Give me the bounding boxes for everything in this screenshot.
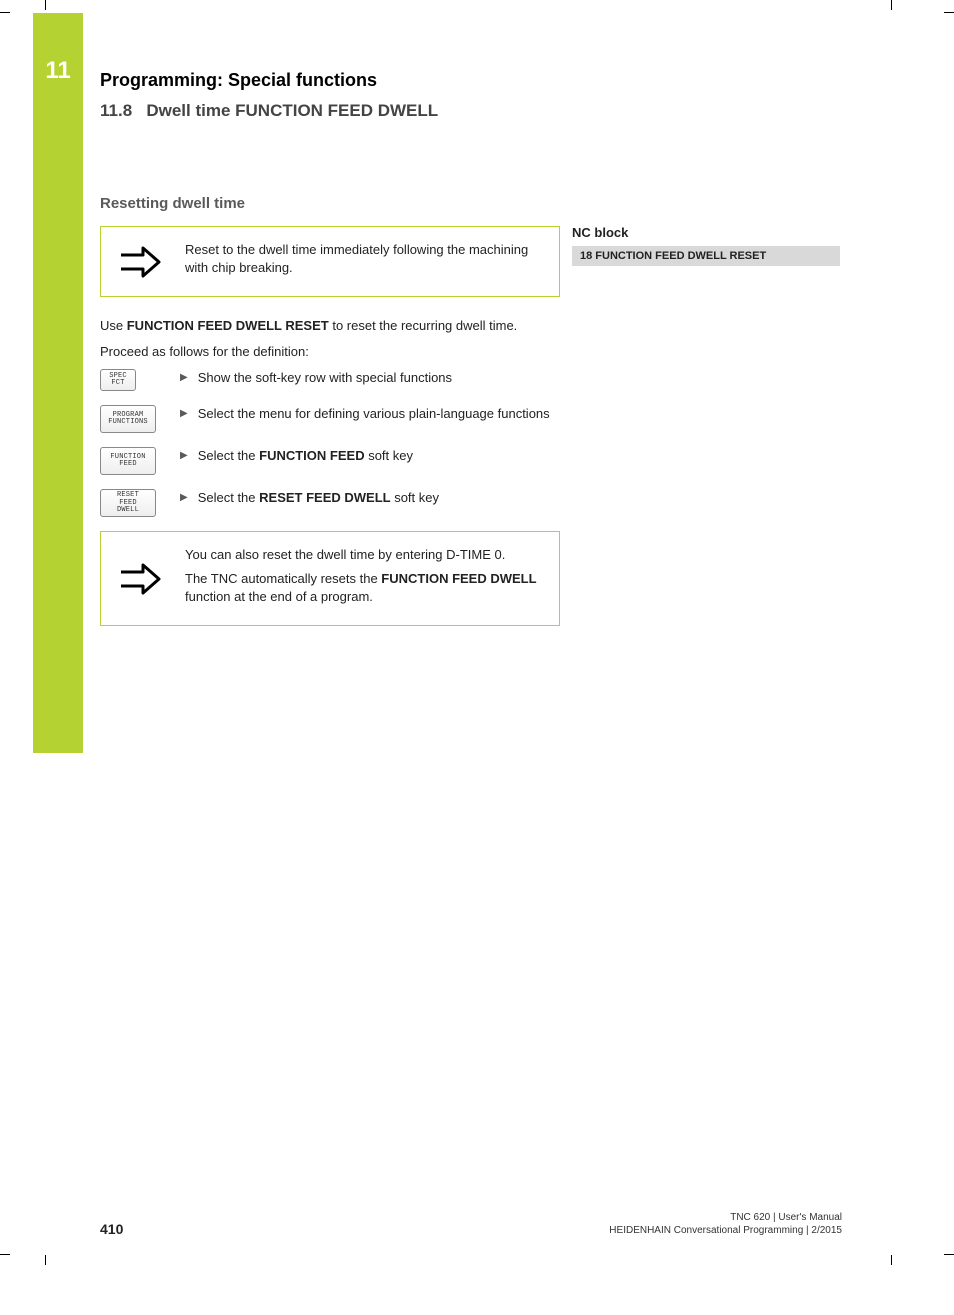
crop-mark [45,0,46,10]
text: Use [100,318,127,333]
chapter-title: Programming: Special functions [100,70,860,91]
sidebar: NC block 18 FUNCTION FEED DWELL RESET [572,225,840,266]
text: function at the end of a program. [185,589,373,604]
chapter-tab [33,13,83,753]
crop-mark [0,1254,10,1255]
softkey-icon: SPECFCT [100,369,136,391]
note-box: Reset to the dwell time immediately foll… [100,226,560,297]
note-paragraph: Reset to the dwell time immediately foll… [185,241,543,276]
crop-mark [944,12,954,13]
nc-block-heading: NC block [572,225,840,240]
step-description: Select the FUNCTION FEED soft key [198,447,413,465]
text: The TNC automatically resets the [185,571,381,586]
softkey-column: PROGRAMFUNCTIONS [100,405,180,433]
emphasis: RESET FEED DWELL [259,490,390,505]
emphasis: FUNCTION FEED DWELL RESET [127,318,329,333]
step-row: RESETFEEDDWELL ▶ Select the RESET FEED DWE… [100,489,560,517]
chapter-number: 11 [33,57,83,85]
step-row: SPECFCT ▶ Show the soft-key row with speci… [100,369,560,391]
crop-mark [891,0,892,10]
step-text: ▶ Select the menu for defining various pl… [180,405,560,423]
note-paragraph: You can also reset the dwell time by ent… [185,546,543,564]
softkey-column: FUNCTIONFEED [100,447,180,475]
bullet-triangle-icon: ▶ [180,491,188,509]
page-header: Programming: Special functions 11.8 Dwel… [100,70,860,121]
bullet-triangle-icon: ▶ [180,449,188,467]
arrow-right-icon [119,245,163,279]
section-number: 11.8 [100,101,132,120]
footer-meta: TNC 620 | User's Manual HEIDENHAIN Conve… [609,1211,842,1237]
crop-mark [891,1255,892,1265]
step-list: SPECFCT ▶ Show the soft-key row with speci… [100,369,560,517]
step-description: Select the menu for defining various pla… [198,405,550,423]
bullet-triangle-icon: ▶ [180,371,188,389]
text: to reset the recurring dwell time. [329,318,518,333]
softkey-column: RESETFEEDDWELL [100,489,180,517]
section-title: 11.8 Dwell time FUNCTION FEED DWELL [100,101,860,121]
note-text: You can also reset the dwell time by ent… [181,532,559,625]
step-text: ▶ Select the FUNCTION FEED soft key [180,447,560,465]
main-content: Resetting dwell time Reset to the dwell … [100,195,560,646]
note-icon-column [101,532,181,625]
step-description: Select the RESET FEED DWELL soft key [198,489,439,507]
step-description: Show the soft-key row with special funct… [198,369,452,387]
emphasis: FUNCTION FEED DWELL [381,571,536,586]
emphasis: FUNCTION FEED [259,448,364,463]
intro-paragraph: Use FUNCTION FEED DWELL RESET to reset t… [100,317,560,335]
softkey-icon: PROGRAMFUNCTIONS [100,405,156,433]
crop-mark [944,1254,954,1255]
softkey-column: SPECFCT [100,369,180,391]
arrow-right-icon [119,562,163,596]
softkey-icon: RESETFEEDDWELL [100,489,156,517]
crop-mark [45,1255,46,1265]
page-number: 410 [100,1221,123,1237]
note-text: Reset to the dwell time immediately foll… [181,227,559,296]
step-row: FUNCTIONFEED ▶ Select the FUNCTION FEED so… [100,447,560,475]
bullet-triangle-icon: ▶ [180,407,188,425]
step-row: PROGRAMFUNCTIONS ▶ Select the menu for def… [100,405,560,433]
note-paragraph: The TNC automatically resets the FUNCTIO… [185,570,543,605]
proceed-paragraph: Proceed as follows for the definition: [100,343,560,361]
note-icon-column [101,227,181,296]
footer-line: HEIDENHAIN Conversational Programming | … [609,1224,842,1237]
nc-block-code: 18 FUNCTION FEED DWELL RESET [572,246,840,266]
step-text: ▶ Show the soft-key row with special func… [180,369,560,387]
note-box: You can also reset the dwell time by ent… [100,531,560,626]
softkey-icon: FUNCTIONFEED [100,447,156,475]
page-footer: 410 TNC 620 | User's Manual HEIDENHAIN C… [100,1211,842,1237]
footer-line: TNC 620 | User's Manual [609,1211,842,1224]
subsection-heading: Resetting dwell time [100,195,560,212]
step-text: ▶ Select the RESET FEED DWELL soft key [180,489,560,507]
crop-mark [0,12,10,13]
page: 11 Programming: Special functions 11.8 D… [0,0,954,1315]
section-name: Dwell time FUNCTION FEED DWELL [146,101,438,120]
